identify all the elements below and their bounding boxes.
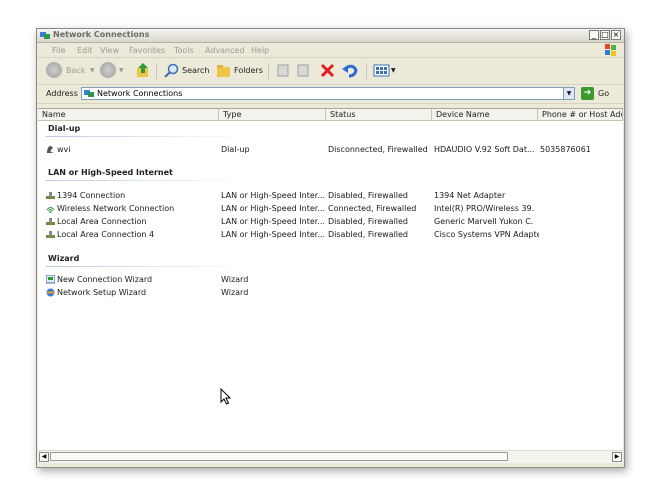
windows-logo-icon <box>605 44 616 56</box>
scroll-left-icon[interactable]: ◀ <box>39 452 49 462</box>
go-button-label[interactable]: Go <box>598 89 609 98</box>
connection-type: LAN or High-Speed Inter... <box>221 204 325 213</box>
column-header-phone[interactable]: Phone # or Host Addre <box>538 109 623 121</box>
device-name: HDAUDIO V.92 Soft Dat... <box>434 145 534 154</box>
address-value: Network Connections <box>97 89 183 98</box>
list-item[interactable]: Network Setup Wizard Wizard <box>38 286 623 299</box>
menu-help[interactable]: Help <box>251 46 269 55</box>
menu-bar: File Edit View Favorites Tools Advanced … <box>37 43 624 58</box>
group-divider <box>46 136 246 137</box>
address-dropdown-icon[interactable]: ▼ <box>563 88 574 99</box>
connection-type: LAN or High-Speed Inter... <box>221 217 325 226</box>
column-header-status[interactable]: Status <box>326 109 432 121</box>
connection-name: Network Setup Wizard <box>57 288 147 297</box>
connection-type: Dial-up <box>221 145 250 154</box>
menu-favorites[interactable]: Favorites <box>129 46 165 55</box>
wireless-icon <box>46 207 55 213</box>
column-header-device-name[interactable]: Device Name <box>432 109 538 121</box>
back-dropdown-icon[interactable]: ▼ <box>90 64 95 78</box>
back-arrow-icon[interactable] <box>46 62 62 78</box>
connection-status: Connected, Firewalled <box>328 204 417 213</box>
move-to-icon[interactable] <box>276 63 291 78</box>
list-item[interactable]: Wireless Network Connection LAN or High-… <box>38 202 623 215</box>
up-folder-icon[interactable] <box>136 63 150 78</box>
folders-button-label[interactable]: Folders <box>234 64 263 78</box>
horizontal-scrollbar[interactable]: ◀ ▶ <box>38 450 623 463</box>
forward-arrow-icon[interactable] <box>100 62 116 78</box>
device-name: Intel(R) PRO/Wireless 39... <box>434 204 534 213</box>
address-input[interactable]: Network Connections ▼ <box>81 87 575 100</box>
lan-icon <box>46 231 55 238</box>
scroll-right-icon[interactable]: ▶ <box>612 452 622 462</box>
title-bar[interactable]: Network Connections _ □ × <box>37 29 624 43</box>
forward-dropdown-icon[interactable]: ▼ <box>119 64 124 78</box>
device-name: Cisco Systems VPN Adapter <box>434 230 539 239</box>
column-header-name[interactable]: Name <box>38 109 219 121</box>
connection-type: Wizard <box>221 288 249 297</box>
list-item[interactable]: New Connection Wizard Wizard <box>38 273 623 286</box>
list-item[interactable]: Local Area Connection LAN or High-Speed … <box>38 215 623 228</box>
connection-name: New Connection Wizard <box>57 275 153 284</box>
list-item[interactable]: Local Area Connection 4 LAN or High-Spee… <box>38 228 623 241</box>
search-button-label[interactable]: Search <box>182 64 209 78</box>
copy-to-icon[interactable] <box>296 63 311 78</box>
connection-status: Disconnected, Firewalled <box>328 145 428 154</box>
menu-view[interactable]: View <box>100 46 119 55</box>
connection-type: LAN or High-Speed Inter... <box>221 191 325 200</box>
connection-type: LAN or High-Speed Inter... <box>221 230 325 239</box>
menu-tools[interactable]: Tools <box>174 46 194 55</box>
dialup-icon <box>47 146 54 153</box>
list-item[interactable]: wvi Dial-up Disconnected, Firewalled HDA… <box>38 143 623 156</box>
group-header-lan: LAN or High-Speed Internet <box>48 168 173 177</box>
lan-icon <box>46 218 55 225</box>
setup-wizard-icon <box>46 288 55 297</box>
delete-icon[interactable] <box>320 63 335 78</box>
device-name: 1394 Net Adapter <box>434 191 506 200</box>
connection-name: 1394 Connection <box>57 191 126 200</box>
group-divider <box>46 266 246 267</box>
group-divider <box>46 180 246 181</box>
address-bar: Address Network Connections ▼ ➔ Go <box>37 85 624 104</box>
connection-status: Disabled, Firewalled <box>328 217 409 226</box>
connection-status: Disabled, Firewalled <box>328 230 409 239</box>
scrollbar-thumb[interactable] <box>50 452 508 461</box>
address-label: Address <box>46 89 78 98</box>
network-connections-icon <box>84 90 94 97</box>
device-name: Generic Marvell Yukon C... <box>434 217 534 226</box>
connections-list: Name Type Status Device Name Phone # or … <box>38 108 623 463</box>
network-connections-icon <box>40 32 50 39</box>
search-icon[interactable] <box>164 63 179 78</box>
menu-advanced[interactable]: Advanced <box>205 46 245 55</box>
connection-status: Disabled, Firewalled <box>328 191 409 200</box>
connection-type: Wizard <box>221 275 249 284</box>
connection-name: Local Area Connection 4 <box>57 230 155 239</box>
back-button-label[interactable]: Back <box>66 64 85 78</box>
go-arrow-icon[interactable]: ➔ <box>581 87 594 100</box>
connection-name: wvi <box>57 145 71 154</box>
group-header-dial-up: Dial-up <box>48 124 81 133</box>
phone-number: 5035876061 <box>540 145 591 154</box>
group-header-wizard: Wizard <box>48 254 80 263</box>
close-button[interactable]: × <box>611 30 621 40</box>
connection-name: Local Area Connection <box>57 217 147 226</box>
folders-icon[interactable] <box>216 63 232 78</box>
minimize-button[interactable]: _ <box>589 30 599 40</box>
explorer-window: Network Connections _ □ × File Edit View… <box>36 28 625 468</box>
menu-edit[interactable]: Edit <box>77 46 93 55</box>
list-item[interactable]: 1394 Connection LAN or High-Speed Inter.… <box>38 189 623 202</box>
window-title: Network Connections <box>53 30 150 39</box>
menu-file[interactable]: File <box>52 46 65 55</box>
wizard-icon <box>46 275 55 284</box>
toolbar: Back ▼ ▼ Search Folders ▼ <box>37 58 624 85</box>
undo-icon[interactable] <box>342 63 359 78</box>
maximize-button[interactable]: □ <box>600 30 610 40</box>
views-dropdown-icon[interactable]: ▼ <box>391 64 396 78</box>
connection-name: Wireless Network Connection <box>57 204 175 213</box>
column-header-type[interactable]: Type <box>219 109 326 121</box>
lan-icon <box>46 192 55 199</box>
views-icon[interactable] <box>373 63 390 78</box>
mouse-pointer-icon <box>220 388 232 405</box>
